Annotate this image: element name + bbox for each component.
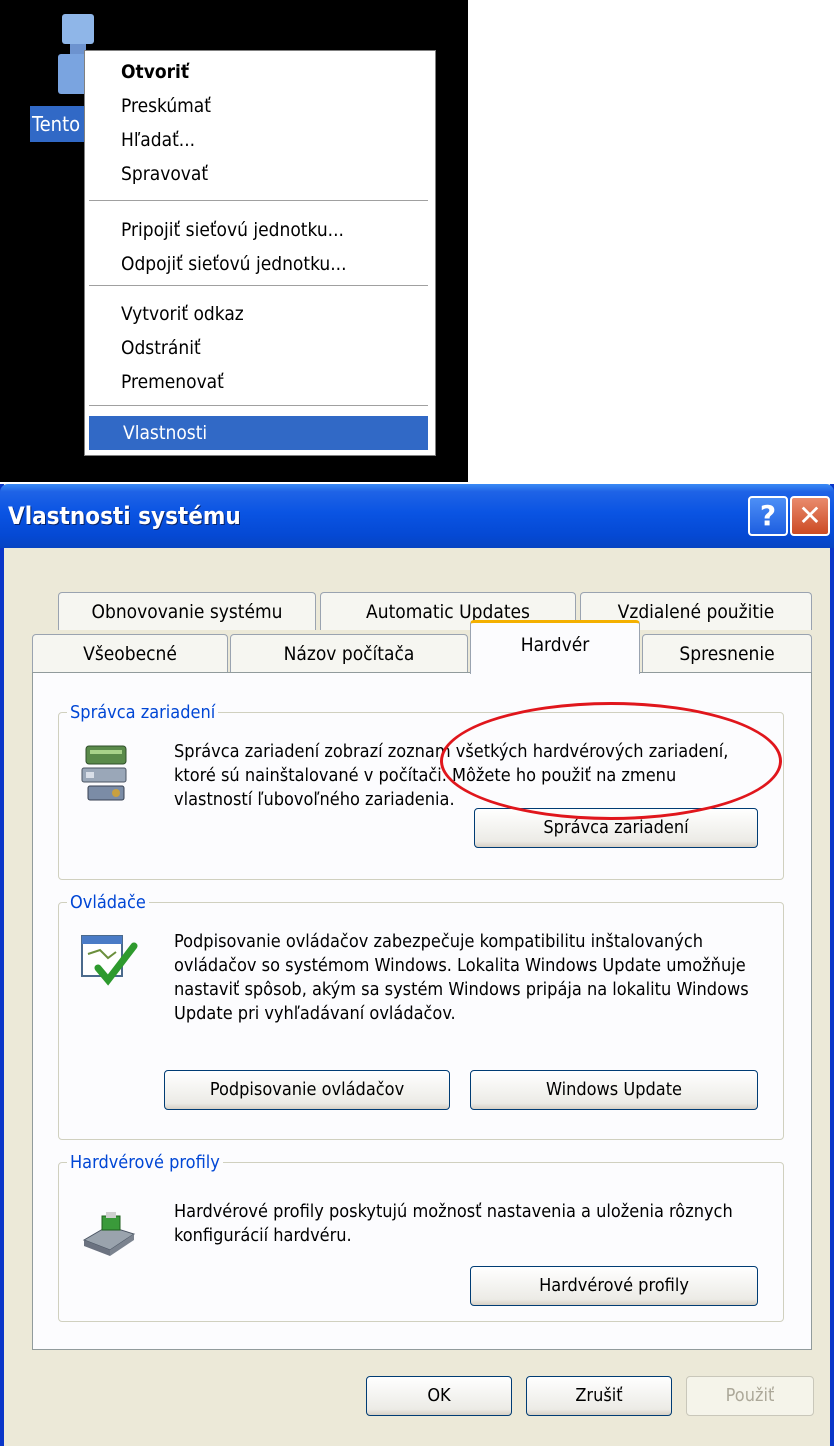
hardware-profiles-description: Hardvérové profily poskytujú možnosť nas… — [174, 1201, 733, 1246]
windows-update-button[interactable]: Windows Update — [470, 1070, 758, 1110]
menu-item-open[interactable]: Otvoriť — [87, 55, 433, 89]
menu-separator — [89, 405, 428, 407]
menu-item-create-shortcut[interactable]: Vytvoriť odkaz — [87, 297, 433, 331]
driver-signing-icon — [81, 935, 138, 986]
ok-button[interactable]: OK — [366, 1376, 512, 1416]
hardware-profiles-button[interactable]: Hardvérové profily — [470, 1266, 758, 1306]
drivers-legend: Ovládače — [70, 892, 146, 913]
system-properties-dialog: Vlastnosti systému ? ✕ Obnovovanie systé… — [0, 484, 834, 1446]
driver-signing-button[interactable]: Podpisovanie ovládačov — [164, 1070, 450, 1110]
title-bar[interactable]: Vlastnosti systému ? ✕ — [0, 484, 834, 548]
menu-separator — [89, 200, 428, 202]
tab-system-restore[interactable]: Obnovovanie systému — [58, 592, 316, 630]
apply-button[interactable]: Použiť — [686, 1376, 814, 1416]
device-manager-icon — [81, 745, 127, 801]
dialog-title: Vlastnosti systému — [8, 502, 241, 530]
hardware-profiles-icon — [82, 1212, 136, 1256]
device-manager-legend: Správca zariadení — [70, 702, 216, 723]
menu-item-search[interactable]: Hľadať... — [87, 123, 433, 157]
menu-item-manage[interactable]: Spravovať — [87, 157, 433, 191]
tab-computer-name[interactable]: Názov počítača — [230, 634, 468, 672]
menu-item-rename[interactable]: Premenovať — [87, 365, 433, 399]
cancel-button[interactable]: Zrušiť — [526, 1376, 672, 1416]
tab-general[interactable]: Všeobecné — [32, 634, 228, 672]
menu-separator — [89, 285, 428, 287]
close-button[interactable]: ✕ — [790, 496, 830, 536]
device-manager-button[interactable]: Správca zariadení — [474, 808, 758, 848]
menu-item-map-network-drive[interactable]: Pripojiť sieťovú jednotku... — [87, 213, 433, 247]
menu-item-explore[interactable]: Preskúmať — [87, 89, 433, 123]
menu-item-properties[interactable]: Vlastnosti — [89, 416, 428, 450]
context-menu: Otvoriť Preskúmať Hľadať... Spravovať Pr… — [84, 50, 436, 456]
drivers-description: Podpisovanie ovládačov zabezpečuje kompa… — [174, 931, 749, 1024]
help-button[interactable]: ? — [748, 496, 788, 536]
desktop-area: Tento počítač Otvoriť Preskúmať Hľadať..… — [0, 0, 468, 482]
menu-item-delete[interactable]: Odstrániť — [87, 331, 433, 365]
hardware-profiles-legend: Hardvérové profily — [70, 1152, 220, 1173]
my-computer-label[interactable]: Tento počítač — [30, 106, 90, 142]
tab-advanced[interactable]: Spresnenie — [642, 634, 812, 672]
tab-hardware[interactable]: Hardvér — [470, 620, 640, 674]
menu-item-disconnect-network-drive[interactable]: Odpojiť sieťovú jednotku... — [87, 247, 433, 281]
device-manager-description: Správca zariadení zobrazí zoznam všetkýc… — [174, 741, 729, 810]
